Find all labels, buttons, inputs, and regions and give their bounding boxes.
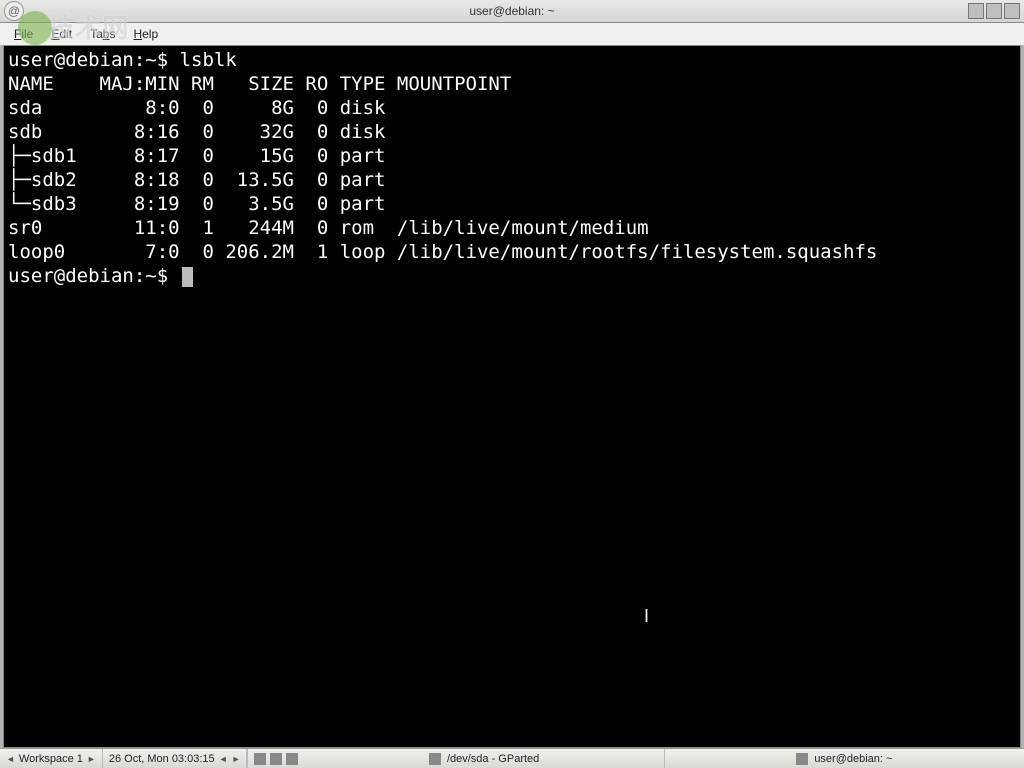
- taskbar-app-gparted[interactable]: /dev/sda - GParted: [304, 749, 664, 768]
- tray-icons: [247, 749, 304, 768]
- gparted-icon: [429, 753, 441, 765]
- taskbar-app-label: user@debian: ~: [814, 753, 892, 765]
- arrow-left-icon[interactable]: ◄: [6, 754, 15, 764]
- terminal-output[interactable]: user@debian:~$ lsblk NAME MAJ:MIN RM SIZ…: [4, 46, 1020, 747]
- taskbar-app-label: /dev/sda - GParted: [447, 753, 539, 765]
- taskbar-clock[interactable]: 26 Oct, Mon 03:03:15 ◄ ►: [103, 749, 248, 768]
- close-button[interactable]: [1004, 3, 1020, 19]
- tray-icon[interactable]: [270, 753, 282, 765]
- terminal-icon: [796, 753, 808, 765]
- arrow-right-icon[interactable]: ►: [87, 754, 96, 764]
- menu-tabs[interactable]: Tabs: [82, 25, 123, 43]
- minimize-button[interactable]: [968, 3, 984, 19]
- window-titlebar: @ user@debian: ~: [0, 0, 1024, 23]
- taskbar: ◄ Workspace 1 ► 26 Oct, Mon 03:03:15 ◄ ►…: [0, 748, 1024, 768]
- window-title: user@debian: ~: [0, 4, 1024, 18]
- arrow-left-icon[interactable]: ◄: [219, 754, 228, 764]
- workspace-label: Workspace 1: [19, 753, 83, 765]
- arrow-right-icon[interactable]: ►: [232, 754, 241, 764]
- debian-swirl-icon: @: [4, 1, 24, 21]
- maximize-button[interactable]: [986, 3, 1002, 19]
- clock-text: 26 Oct, Mon 03:03:15: [109, 753, 215, 765]
- workspace-switcher[interactable]: ◄ Workspace 1 ►: [0, 749, 103, 768]
- tray-icon[interactable]: [286, 753, 298, 765]
- taskbar-app-terminal[interactable]: user@debian: ~: [665, 749, 1024, 768]
- window-controls: [968, 3, 1020, 19]
- menu-file[interactable]: File: [6, 25, 41, 43]
- menu-edit[interactable]: Edit: [43, 25, 80, 43]
- tray-icon[interactable]: [254, 753, 266, 765]
- terminal-window[interactable]: user@debian:~$ lsblk NAME MAJ:MIN RM SIZ…: [3, 45, 1021, 748]
- menu-help[interactable]: Help: [125, 25, 166, 43]
- terminal-menubar: File Edit Tabs Help: [0, 23, 1024, 46]
